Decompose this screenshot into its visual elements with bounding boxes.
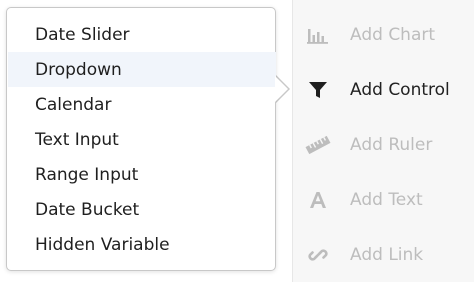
add-ruler-button[interactable]: Add Ruler bbox=[293, 125, 474, 165]
add-link-label: Add Link bbox=[350, 245, 424, 265]
menu-item-dropdown[interactable]: Dropdown bbox=[8, 52, 276, 87]
menu-item-calendar[interactable]: Calendar bbox=[8, 87, 276, 122]
add-chart-label: Add Chart bbox=[350, 25, 436, 45]
menu-item-range-input[interactable]: Range Input bbox=[8, 157, 276, 192]
add-chart-button[interactable]: Add Chart bbox=[293, 15, 474, 55]
filter-funnel-icon bbox=[305, 77, 331, 103]
text-a-icon bbox=[305, 187, 331, 213]
add-control-button[interactable]: Add Control bbox=[293, 70, 474, 110]
menu-pointer bbox=[275, 76, 288, 102]
bar-chart-icon bbox=[305, 22, 331, 48]
add-text-label: Add Text bbox=[350, 190, 423, 210]
add-toolbar: Add Chart Add Control Add Ruler Add Text… bbox=[292, 0, 474, 282]
canvas: Add Chart Add Control Add Ruler Add Text… bbox=[0, 0, 474, 282]
add-text-button[interactable]: Add Text bbox=[293, 180, 474, 220]
link-chain-icon bbox=[305, 242, 331, 268]
add-ruler-label: Add Ruler bbox=[350, 135, 433, 155]
menu-item-date-bucket[interactable]: Date Bucket bbox=[8, 192, 276, 227]
menu-item-hidden-variable[interactable]: Hidden Variable bbox=[8, 227, 276, 262]
control-type-menu: Date Slider Dropdown Calendar Text Input… bbox=[6, 7, 276, 271]
add-link-button[interactable]: Add Link bbox=[293, 235, 474, 275]
menu-item-text-input[interactable]: Text Input bbox=[8, 122, 276, 157]
menu-item-date-slider[interactable]: Date Slider bbox=[8, 17, 276, 52]
add-control-label: Add Control bbox=[350, 80, 450, 100]
ruler-icon bbox=[305, 132, 331, 158]
